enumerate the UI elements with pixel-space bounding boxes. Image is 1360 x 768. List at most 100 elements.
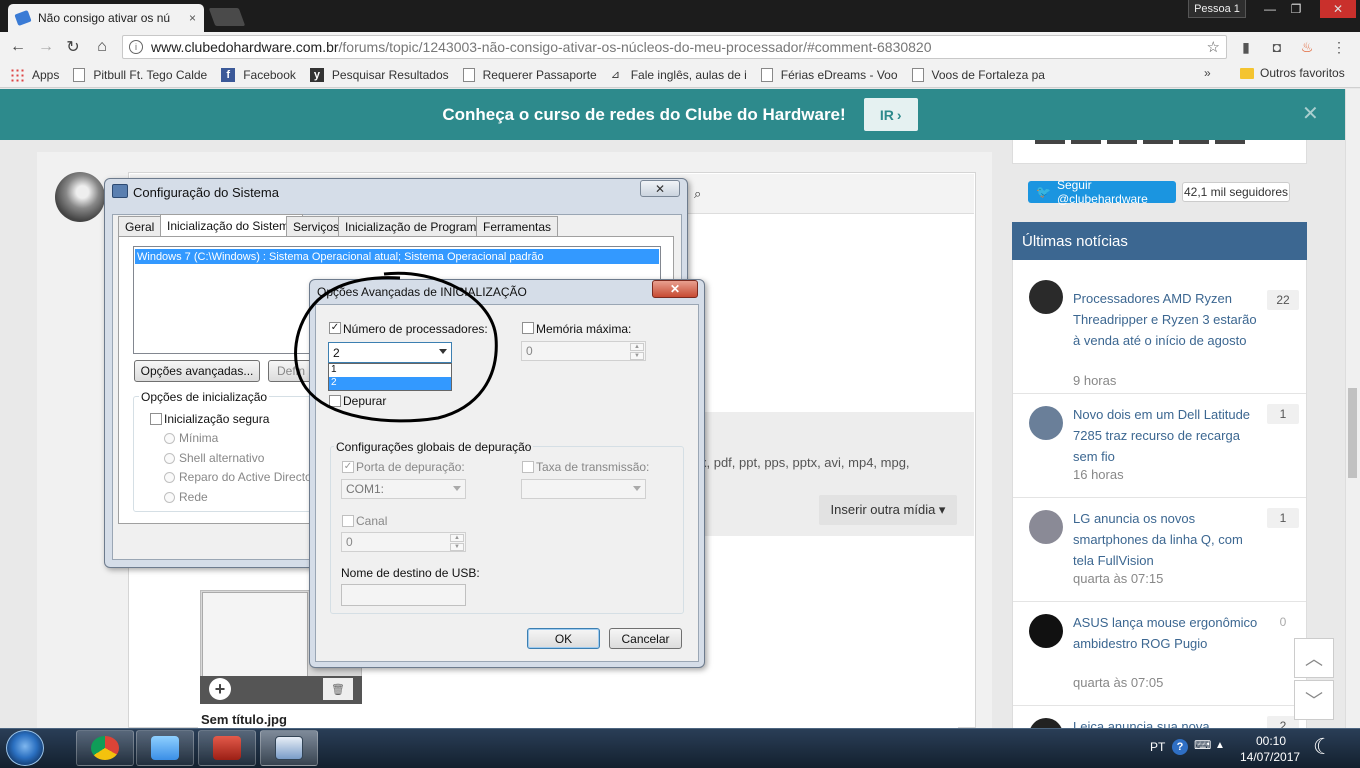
promo-banner: Conheça o curso de redes do Clube do Har… <box>0 89 1360 140</box>
bookmark-star-icon[interactable]: ☆ <box>1207 38 1220 56</box>
taskbar-control-panel[interactable] <box>136 730 194 766</box>
back-icon[interactable]: ← <box>8 37 28 57</box>
sysconfig-close-button[interactable]: ✕ <box>640 180 680 197</box>
address-bar[interactable]: i www.clubedohardware.com.br /forums/top… <box>122 35 1227 59</box>
radio-ad-repair[interactable] <box>164 472 175 483</box>
forward-icon[interactable]: → <box>36 37 56 57</box>
banner-close-icon[interactable]: ✕ <box>1302 101 1319 126</box>
minimize-icon[interactable]: — <box>1256 0 1284 18</box>
new-tab-button[interactable] <box>208 8 246 26</box>
taskbar-chrome[interactable] <box>76 730 134 766</box>
gallery-thumb[interactable] <box>1179 140 1209 144</box>
advanced-options-button[interactable]: Opções avançadas... <box>134 360 260 382</box>
news-title[interactable]: LG anuncia os novos smartphones da linha… <box>1073 508 1263 571</box>
max-memory-input[interactable]: 0 ▲ ▼ <box>521 341 646 361</box>
gallery-thumb[interactable] <box>1035 140 1065 144</box>
help-icon[interactable]: ? <box>1172 739 1188 755</box>
info-icon[interactable]: i <box>129 40 143 54</box>
gallery-thumb[interactable] <box>1215 140 1245 144</box>
delete-attachment-icon[interactable]: 🗑 <box>323 678 353 700</box>
spin-down-icon[interactable]: ▼ <box>450 543 464 551</box>
news-title[interactable]: Novo dois em um Dell Latitude 7285 traz … <box>1073 404 1263 467</box>
find-replace-icon[interactable]: ⌕ <box>694 186 701 202</box>
baud-rate-select[interactable] <box>521 479 646 499</box>
close-window-icon[interactable]: ✕ <box>1320 0 1356 18</box>
radio-network[interactable] <box>164 492 175 503</box>
bookmark-apps[interactable]: Apps <box>10 67 59 82</box>
news-item[interactable]: ASUS lança mouse ergonômico ambidestro R… <box>1013 602 1306 706</box>
language-indicator[interactable]: PT <box>1150 740 1165 754</box>
bookmark-item[interactable]: ⊿ Fale inglês, aulas de i <box>611 68 747 82</box>
bookmark-item[interactable]: y Pesquisar Resultados <box>309 67 449 82</box>
reload-icon[interactable]: ↻ <box>63 37 83 57</box>
gallery-thumb[interactable] <box>1107 140 1137 144</box>
tab-boot[interactable]: Inicialização do Sistema <box>160 214 303 237</box>
bookmark-item[interactable]: Voos de Fortaleza pa <box>911 67 1045 82</box>
tab-tools[interactable]: Ferramentas <box>476 216 559 236</box>
bookmark-item[interactable]: Pitbull Ft. Tego Calde <box>73 67 207 82</box>
max-memory-checkbox[interactable] <box>522 322 534 334</box>
spin-up-icon[interactable]: ▲ <box>630 343 644 351</box>
scroll-top-button[interactable]: ︿ <box>1294 638 1334 678</box>
taskbar-msconfig[interactable] <box>260 730 318 766</box>
moon-icon[interactable]: ☾ <box>1313 734 1333 760</box>
bookmark-facebook[interactable]: f Facebook <box>221 67 296 82</box>
bookmark-item[interactable]: Requerer Passaporte <box>462 67 597 82</box>
debug-port-select[interactable]: COM1: <box>341 479 466 499</box>
gallery-thumb[interactable] <box>1071 140 1101 144</box>
radio-minimal[interactable] <box>164 433 175 444</box>
banner-go-button[interactable]: IR › <box>863 98 918 131</box>
twitter-follow-button[interactable]: 🐦 Seguir @clubehardware <box>1028 178 1176 206</box>
news-title[interactable]: Leica anuncia sua nova <box>1073 716 1263 728</box>
scroll-bottom-button[interactable]: ﹀ <box>1294 680 1334 720</box>
news-time: quarta às 07:05 <box>1073 675 1164 690</box>
extension-flame-icon[interactable]: ♨ <box>1298 38 1316 56</box>
maximize-icon[interactable]: ❐ <box>1282 0 1310 18</box>
profile-button[interactable]: Pessoa 1 <box>1188 0 1246 18</box>
clock-time[interactable]: 00:10 <box>1256 734 1286 748</box>
news-item[interactable]: Leica anuncia sua nova 2 <box>1013 706 1306 728</box>
start-button[interactable] <box>6 730 44 766</box>
news-title[interactable]: ASUS lança mouse ergonômico ambidestro R… <box>1073 612 1263 654</box>
advanced-close-button[interactable]: ✕ <box>652 280 698 298</box>
news-title[interactable]: Processadores AMD Ryzen Threadripper e R… <box>1073 288 1263 351</box>
boot-entry-selected[interactable]: Windows 7 (C:\Windows) : Sistema Operaci… <box>135 249 659 264</box>
cancel-button[interactable]: Cancelar <box>609 628 682 649</box>
tab-general[interactable]: Geral <box>118 216 162 236</box>
news-item[interactable]: Novo dois em um Dell Latitude 7285 traz … <box>1013 394 1306 498</box>
insert-attachment-icon[interactable]: + <box>209 678 231 700</box>
gallery-thumb[interactable] <box>1143 140 1173 144</box>
tab-close-icon[interactable]: × <box>189 11 196 25</box>
radio-alt-shell[interactable] <box>164 453 175 464</box>
other-bookmarks[interactable]: Outros favoritos <box>1240 66 1345 80</box>
usb-target-input[interactable] <box>341 584 466 606</box>
scrollbar-thumb[interactable] <box>1348 388 1357 478</box>
spin-down-icon[interactable]: ▼ <box>630 352 644 360</box>
tab-services[interactable]: Serviços <box>286 216 347 236</box>
home-icon[interactable]: ⌂ <box>92 37 112 57</box>
more-bookmarks-icon[interactable]: » <box>1204 66 1211 80</box>
ok-button[interactable]: OK <box>527 628 600 649</box>
clock-date[interactable]: 14/07/2017 <box>1240 750 1300 764</box>
debug-port-checkbox[interactable]: ✓ <box>342 461 354 473</box>
news-item[interactable]: Processadores AMD Ryzen Threadripper e R… <box>1013 270 1306 394</box>
apps-grid-icon <box>10 67 24 82</box>
tab-startup[interactable]: Inicialização de Programas <box>338 216 497 236</box>
extension-bag-icon[interactable]: ◘ <box>1268 38 1286 56</box>
safe-boot-checkbox[interactable] <box>150 413 162 425</box>
channel-checkbox[interactable] <box>342 515 354 527</box>
spin-up-icon[interactable]: ▲ <box>450 534 464 542</box>
tab-active[interactable]: Não consigo ativar os nú × <box>8 4 204 32</box>
bookmark-ext-icon[interactable]: ▮ <box>1237 38 1255 56</box>
tray-expand-icon[interactable]: ▲ <box>1215 740 1225 751</box>
avatar[interactable] <box>55 172 105 222</box>
news-item[interactable]: LG anuncia os novos smartphones da linha… <box>1013 498 1306 602</box>
bookmark-item[interactable]: Férias eDreams - Voo <box>760 67 898 82</box>
taskbar-toolbox[interactable] <box>198 730 256 766</box>
attachment-name: Sem título.jpg <box>201 712 287 727</box>
baud-rate-checkbox[interactable] <box>522 461 534 473</box>
channel-input[interactable]: 0 ▲ ▼ <box>341 532 466 552</box>
menu-dots-icon[interactable]: ⋮ <box>1330 38 1348 56</box>
insert-media-button[interactable]: Inserir outra mídia ▾ <box>819 495 957 525</box>
keyboard-icon[interactable]: ⌨ <box>1194 738 1211 752</box>
